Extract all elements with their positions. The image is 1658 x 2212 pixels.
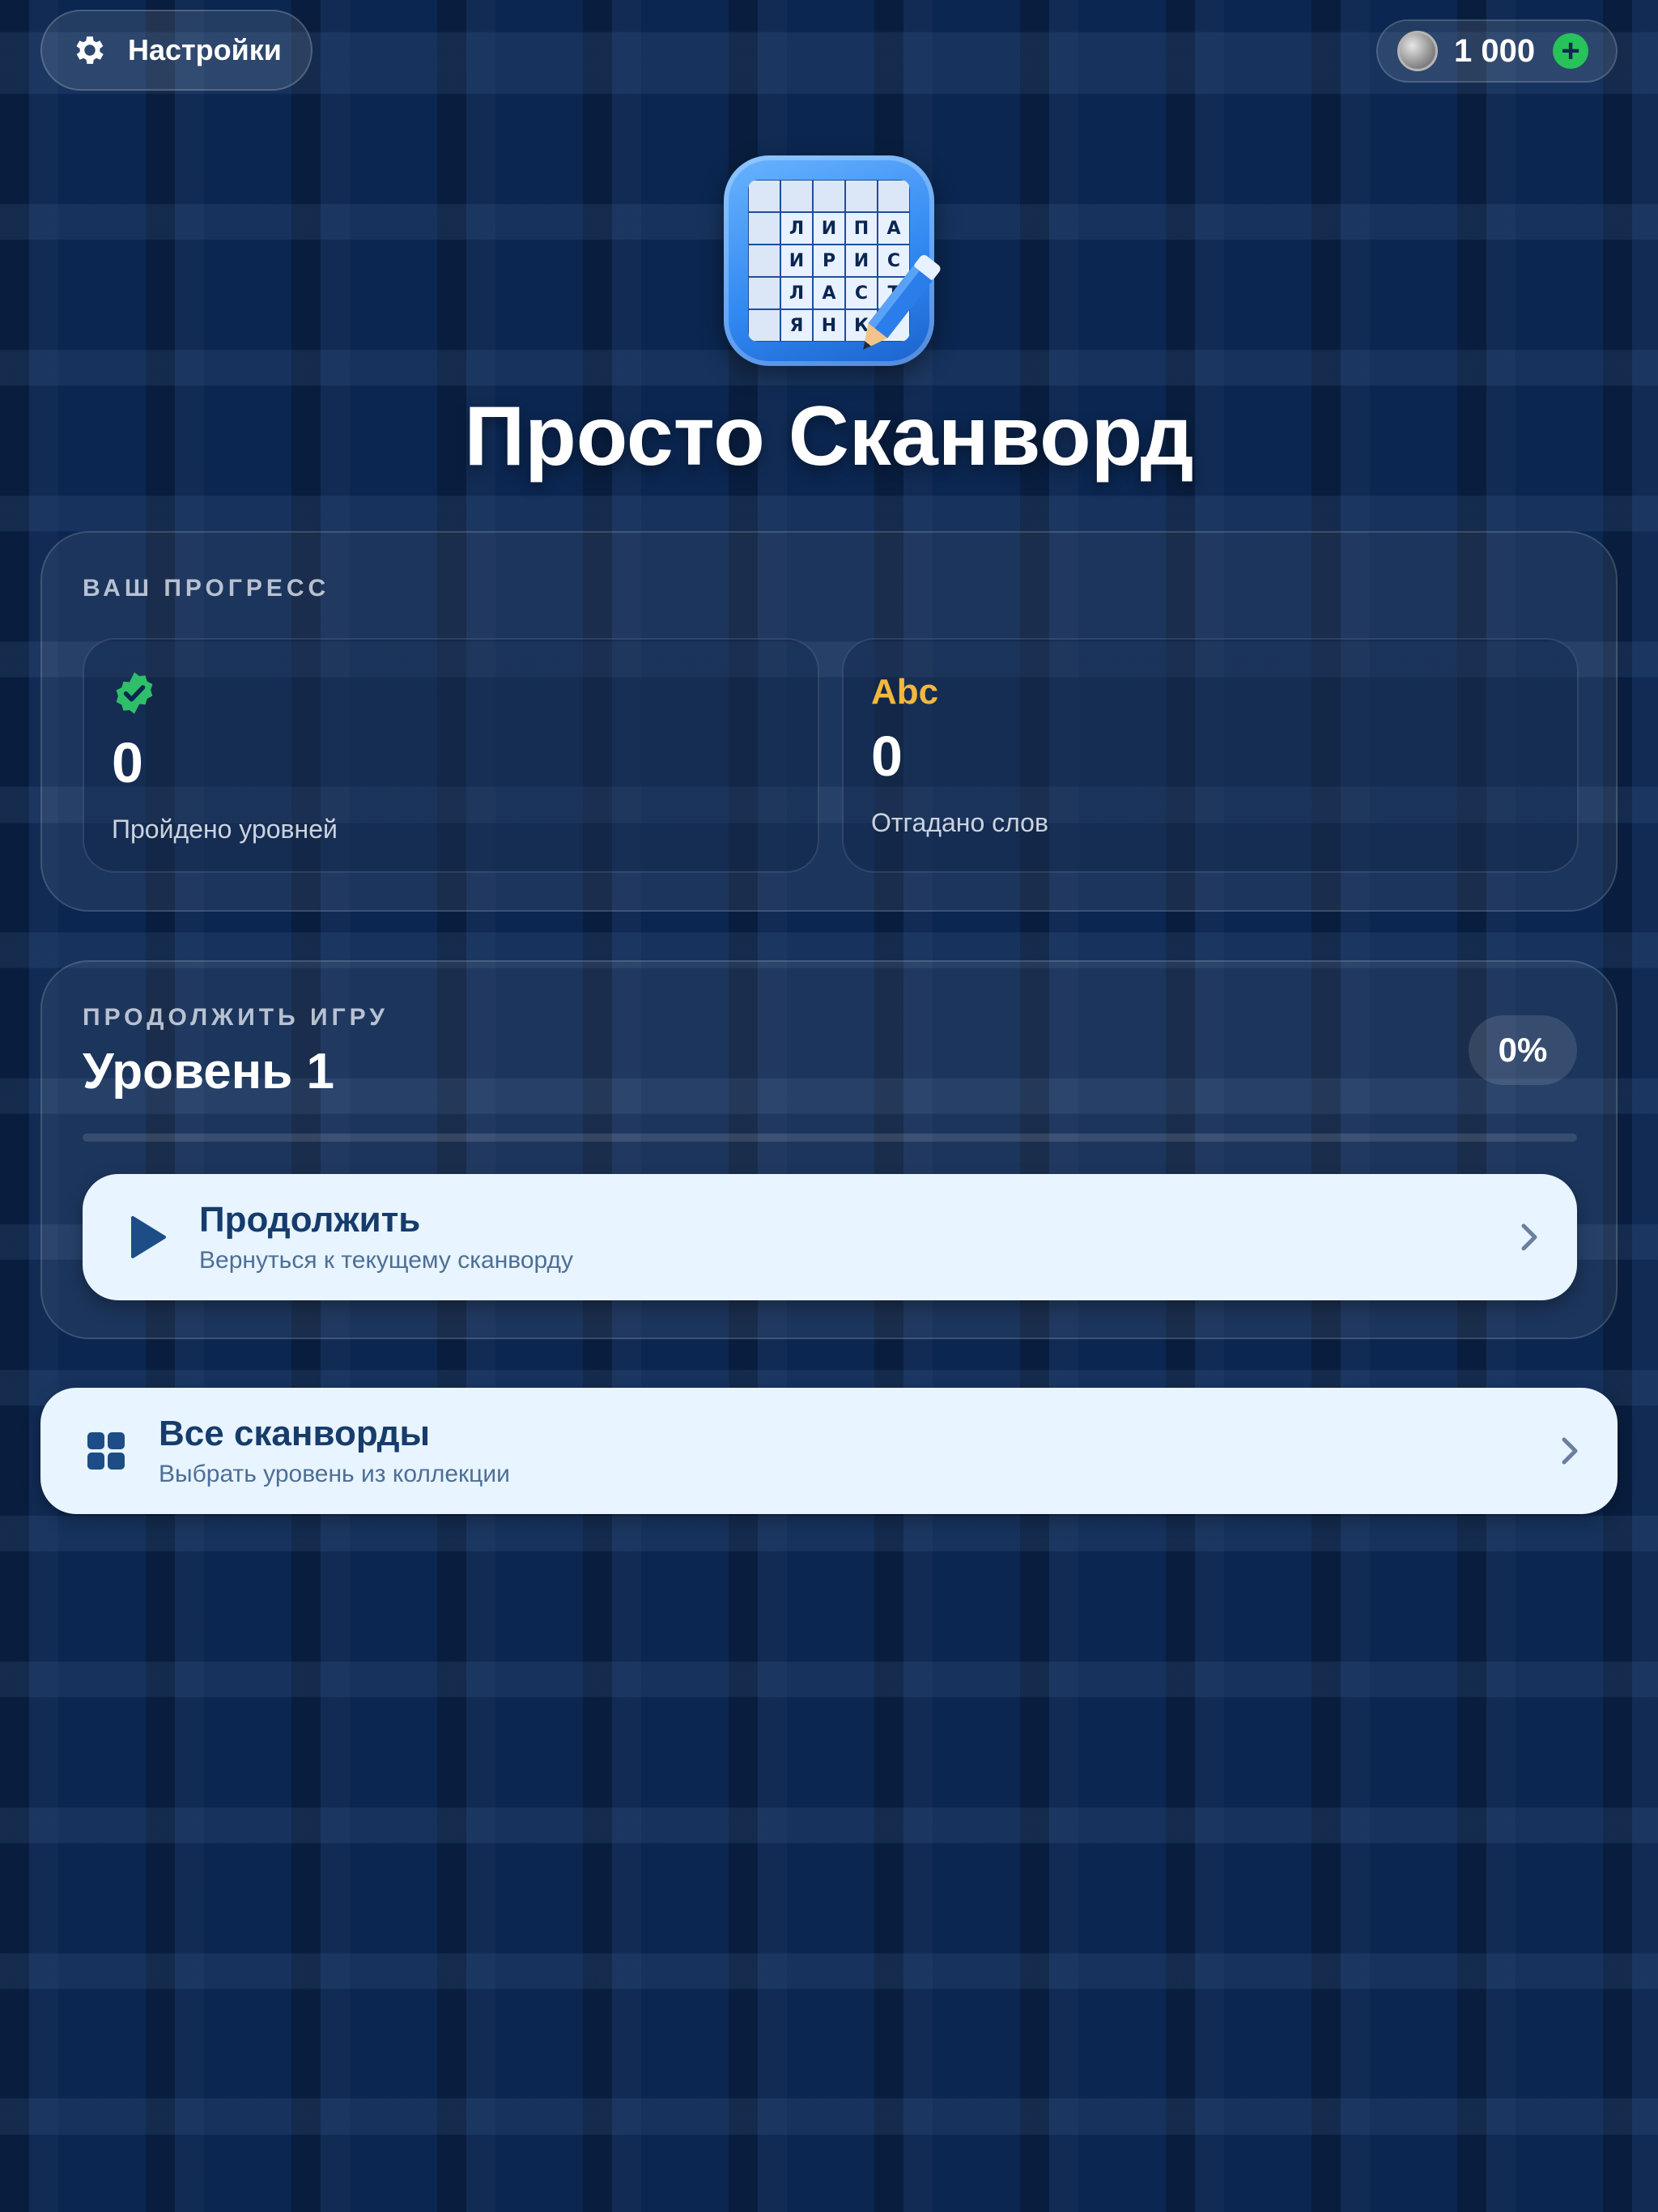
settings-button[interactable]: Настройки bbox=[40, 10, 312, 91]
logo-grid-cell bbox=[748, 180, 780, 212]
verified-check-icon bbox=[116, 672, 153, 714]
all-scanwords-title: Все сканворды bbox=[159, 1414, 431, 1453]
logo-grid-cell: Я bbox=[780, 309, 813, 342]
words-guessed-stat: Abc 0 Отгадано слов bbox=[842, 638, 1579, 873]
logo-grid-cell: П bbox=[845, 212, 878, 245]
level-percent-badge: 0% bbox=[1469, 1015, 1577, 1085]
logo-grid-cell bbox=[813, 180, 845, 212]
settings-label: Настройки bbox=[128, 33, 282, 66]
chevron-right-icon bbox=[1521, 1223, 1537, 1251]
continue-game-card: ПРОДОЛЖИТЬ ИГРУ Уровень 1 0% Продолжить … bbox=[40, 960, 1618, 1339]
progress-section-label: ВАШ ПРОГРЕСС bbox=[83, 575, 330, 602]
continue-button-title: Продолжить bbox=[199, 1200, 421, 1240]
chevron-right-icon bbox=[1562, 1437, 1578, 1465]
logo-grid-cell: И bbox=[780, 245, 813, 277]
continue-section-label: ПРОДОЛЖИТЬ ИГРУ bbox=[83, 1004, 389, 1031]
continue-button[interactable]: Продолжить Вернуться к текущему сканворд… bbox=[83, 1174, 1577, 1300]
levels-completed-value: 0 bbox=[112, 731, 143, 794]
progress-card: ВАШ ПРОГРЕСС 0 Пройдено уровней Abc 0 От… bbox=[40, 531, 1618, 912]
levels-completed-caption: Пройдено уровней bbox=[112, 815, 338, 844]
grid-icon bbox=[87, 1432, 125, 1470]
words-guessed-caption: Отгадано слов bbox=[871, 808, 1048, 837]
logo-grid-cell: Н bbox=[813, 309, 845, 342]
plus-icon[interactable]: + bbox=[1553, 33, 1589, 69]
logo-grid-cell bbox=[748, 212, 780, 245]
pencil-icon bbox=[862, 255, 941, 351]
play-icon bbox=[131, 1216, 166, 1258]
current-level-title: Уровень 1 bbox=[83, 1044, 334, 1100]
logo-grid-cell bbox=[845, 180, 878, 212]
logo-grid-cell bbox=[748, 277, 780, 309]
levels-completed-stat: 0 Пройдено уровней bbox=[83, 638, 819, 873]
logo-grid-cell: Л bbox=[780, 212, 813, 245]
app-title: Просто Сканворд bbox=[464, 389, 1194, 483]
words-guessed-value: 0 bbox=[871, 725, 903, 788]
coin-balance[interactable]: 1 000 + bbox=[1376, 19, 1618, 83]
logo-grid-cell bbox=[748, 309, 780, 342]
logo-grid-cell bbox=[748, 245, 780, 277]
logo-grid-cell: А bbox=[813, 277, 845, 309]
logo-grid-cell: Л bbox=[780, 277, 813, 309]
coin-icon bbox=[1397, 31, 1438, 71]
logo-grid-cell: И bbox=[813, 212, 845, 245]
continue-button-subtitle: Вернуться к текущему сканворду bbox=[199, 1247, 574, 1274]
abc-icon: Abc bbox=[871, 672, 939, 712]
all-scanwords-button[interactable]: Все сканворды Выбрать уровень из коллекц… bbox=[40, 1388, 1618, 1514]
logo-grid-cell bbox=[878, 180, 910, 212]
all-scanwords-subtitle: Выбрать уровень из коллекции bbox=[159, 1461, 510, 1487]
coin-count: 1 000 bbox=[1454, 32, 1536, 69]
logo-grid-cell: А bbox=[878, 212, 910, 245]
gear-icon bbox=[76, 36, 104, 64]
logo-grid-cell bbox=[780, 180, 813, 212]
app-logo: ЛИПАИРИСЛАСТЯНК bbox=[724, 155, 941, 366]
logo-grid-cell: Р bbox=[813, 245, 845, 277]
level-progress-bar bbox=[83, 1134, 1577, 1142]
